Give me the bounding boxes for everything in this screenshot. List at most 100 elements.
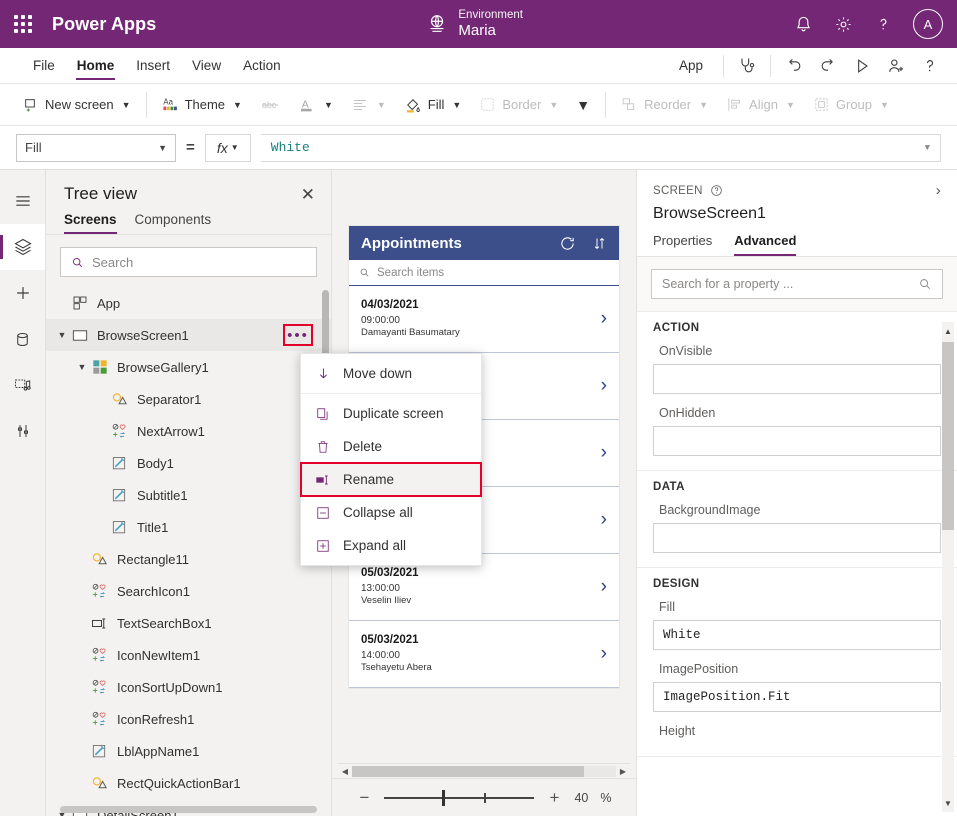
tree-node-rectquickactionbar1[interactable]: RectQuickActionBar1: [46, 767, 331, 799]
menu-item-action[interactable]: Action: [232, 48, 292, 83]
tree-node-browsescreen1[interactable]: ▼BrowseScreen1•••: [46, 319, 331, 351]
share-user-icon[interactable]: [879, 51, 913, 81]
chevron-right-icon[interactable]: ›: [601, 375, 607, 397]
chevron-down-icon[interactable]: ▼: [74, 362, 90, 372]
help-question-icon[interactable]: [913, 51, 947, 81]
property-input[interactable]: ImagePosition.Fit: [653, 682, 941, 712]
chevron-right-icon[interactable]: ›: [601, 442, 607, 464]
tree-node-more-options-button[interactable]: •••: [283, 324, 313, 346]
fill-button[interactable]: Fill ▼: [395, 89, 471, 121]
menu-item-insert[interactable]: Insert: [125, 48, 181, 83]
tree-node-searchicon1[interactable]: SearchIcon1: [46, 575, 331, 607]
rail-tools-icon[interactable]: [0, 408, 45, 454]
theme-button[interactable]: Aa Theme ▼: [153, 89, 251, 121]
tab-screens[interactable]: Screens: [64, 212, 117, 234]
tree-search-input[interactable]: Search: [60, 247, 317, 277]
fx-dropdown-button[interactable]: fx ▼: [205, 134, 251, 162]
property-section-design: DESIGNFillWhiteImagePositionImagePositio…: [637, 568, 957, 757]
tree-node-textsearchbox1[interactable]: TextSearchBox1: [46, 607, 331, 639]
tree-node-iconsortupdown1[interactable]: IconSortUpDown1: [46, 671, 331, 703]
app-launcher-icon[interactable]: [10, 11, 36, 37]
font-color-button[interactable]: A ▼: [289, 89, 342, 121]
tree-node-browsegallery1[interactable]: ▼BrowseGallery1: [46, 351, 331, 383]
property-search-input[interactable]: Search for a property ...: [651, 269, 943, 299]
rail-tree-view-layers-icon[interactable]: [0, 224, 45, 270]
rail-insert-plus-icon[interactable]: [0, 270, 45, 316]
notifications-bell-icon[interactable]: [793, 13, 815, 35]
settings-gear-icon[interactable]: [833, 13, 855, 35]
tree-node-body1[interactable]: Body1: [46, 447, 331, 479]
sort-up-down-icon[interactable]: [592, 235, 607, 252]
scroll-left-arrow-icon[interactable]: ◀: [338, 767, 352, 776]
context-menu-item-expand-all[interactable]: Expand all: [301, 529, 481, 562]
tree-node-lblappname1[interactable]: LblAppName1: [46, 735, 331, 767]
preview-play-icon[interactable]: [845, 51, 879, 81]
context-menu-item-collapse-all[interactable]: Collapse all: [301, 496, 481, 529]
new-screen-button[interactable]: New screen ▼: [14, 89, 140, 121]
chevron-down-icon[interactable]: ▼: [54, 330, 70, 340]
property-input[interactable]: [653, 523, 941, 553]
canvas-horizontal-scrollbar[interactable]: ◀ ▶: [338, 763, 630, 778]
help-question-icon[interactable]: [873, 13, 895, 35]
fill-label: Fill: [428, 97, 445, 112]
redo-icon[interactable]: [811, 51, 845, 81]
scroll-right-arrow-icon[interactable]: ▶: [616, 767, 630, 776]
context-menu-item-rename[interactable]: Rename: [301, 463, 481, 496]
property-select[interactable]: Fill ▼: [16, 134, 176, 162]
close-icon[interactable]: ✕: [301, 186, 315, 203]
menu-item-view[interactable]: View: [181, 48, 232, 83]
tree-node-app[interactable]: App: [46, 287, 331, 319]
tab-advanced[interactable]: Advanced: [734, 233, 796, 256]
zoom-in-button[interactable]: +: [546, 788, 562, 808]
collapse-panel-chevron-icon[interactable]: ›: [936, 182, 941, 199]
tab-properties[interactable]: Properties: [653, 233, 712, 256]
chevron-right-icon[interactable]: ›: [601, 308, 607, 330]
tree-horizontal-scrollbar[interactable]: [60, 806, 317, 813]
property-input[interactable]: White: [653, 620, 941, 650]
properties-scrollbar-thumb[interactable]: [942, 342, 954, 530]
gallery-item[interactable]: 05/03/202114:00:00Tsehayetu Abera›: [349, 621, 619, 688]
formula-input[interactable]: White ▼: [261, 134, 941, 162]
property-input[interactable]: [653, 426, 941, 456]
app-checker-stethoscope-icon[interactable]: [730, 51, 764, 81]
user-avatar[interactable]: A: [913, 9, 943, 39]
zoom-out-button[interactable]: −: [356, 788, 372, 808]
context-menu-item-duplicate-screen[interactable]: Duplicate screen: [301, 397, 481, 430]
chevron-down-icon: ▼: [231, 143, 239, 152]
chevron-right-icon[interactable]: ›: [601, 643, 607, 665]
tree-node-iconrefresh1[interactable]: IconRefresh1: [46, 703, 331, 735]
zoom-slider[interactable]: [384, 797, 534, 799]
app-menu-label[interactable]: App: [665, 58, 717, 73]
context-menu-item-delete[interactable]: Delete: [301, 430, 481, 463]
undo-icon[interactable]: [777, 51, 811, 81]
menu-item-home[interactable]: Home: [66, 48, 126, 83]
tab-components[interactable]: Components: [135, 212, 212, 234]
app-search-box[interactable]: Search items: [349, 260, 619, 286]
chevron-right-icon[interactable]: ›: [601, 576, 607, 598]
rail-media-icon[interactable]: [0, 362, 45, 408]
gallery-item[interactable]: 04/03/202109:00:00Damayanti Basumatary›: [349, 286, 619, 353]
tree-node-rectangle11[interactable]: Rectangle11: [46, 543, 331, 575]
rail-data-cylinder-icon[interactable]: [0, 316, 45, 362]
rail-menu-hamburger-icon[interactable]: [0, 178, 45, 224]
property-input[interactable]: [653, 364, 941, 394]
tree-node-title1[interactable]: Title1: [46, 511, 331, 543]
scroll-thumb[interactable]: [352, 766, 584, 777]
context-menu-item-move-down[interactable]: Move down: [301, 357, 481, 390]
ribbon-expand-button[interactable]: ▼: [567, 89, 599, 121]
tree-node-iconnewitem1[interactable]: IconNewItem1: [46, 639, 331, 671]
chevron-right-icon[interactable]: ›: [601, 509, 607, 531]
scroll-track[interactable]: [352, 766, 616, 777]
menu-item-file[interactable]: File: [22, 48, 66, 83]
tree-node-nextarrow1[interactable]: NextArrow1: [46, 415, 331, 447]
refresh-icon[interactable]: [559, 235, 576, 252]
gallery-item-name: Damayanti Basumatary: [361, 327, 460, 340]
chevron-down-icon[interactable]: ▼: [925, 143, 930, 153]
tree-node-separator1[interactable]: Separator1: [46, 383, 331, 415]
help-question-icon[interactable]: [710, 184, 723, 197]
zoom-slider-handle[interactable]: [442, 790, 445, 806]
tree-node-subtitle1[interactable]: Subtitle1: [46, 479, 331, 511]
environment-selector[interactable]: Environment Maria: [426, 9, 523, 39]
scroll-up-arrow-icon[interactable]: ▲: [942, 324, 954, 338]
scroll-down-arrow-icon[interactable]: ▼: [942, 796, 954, 810]
